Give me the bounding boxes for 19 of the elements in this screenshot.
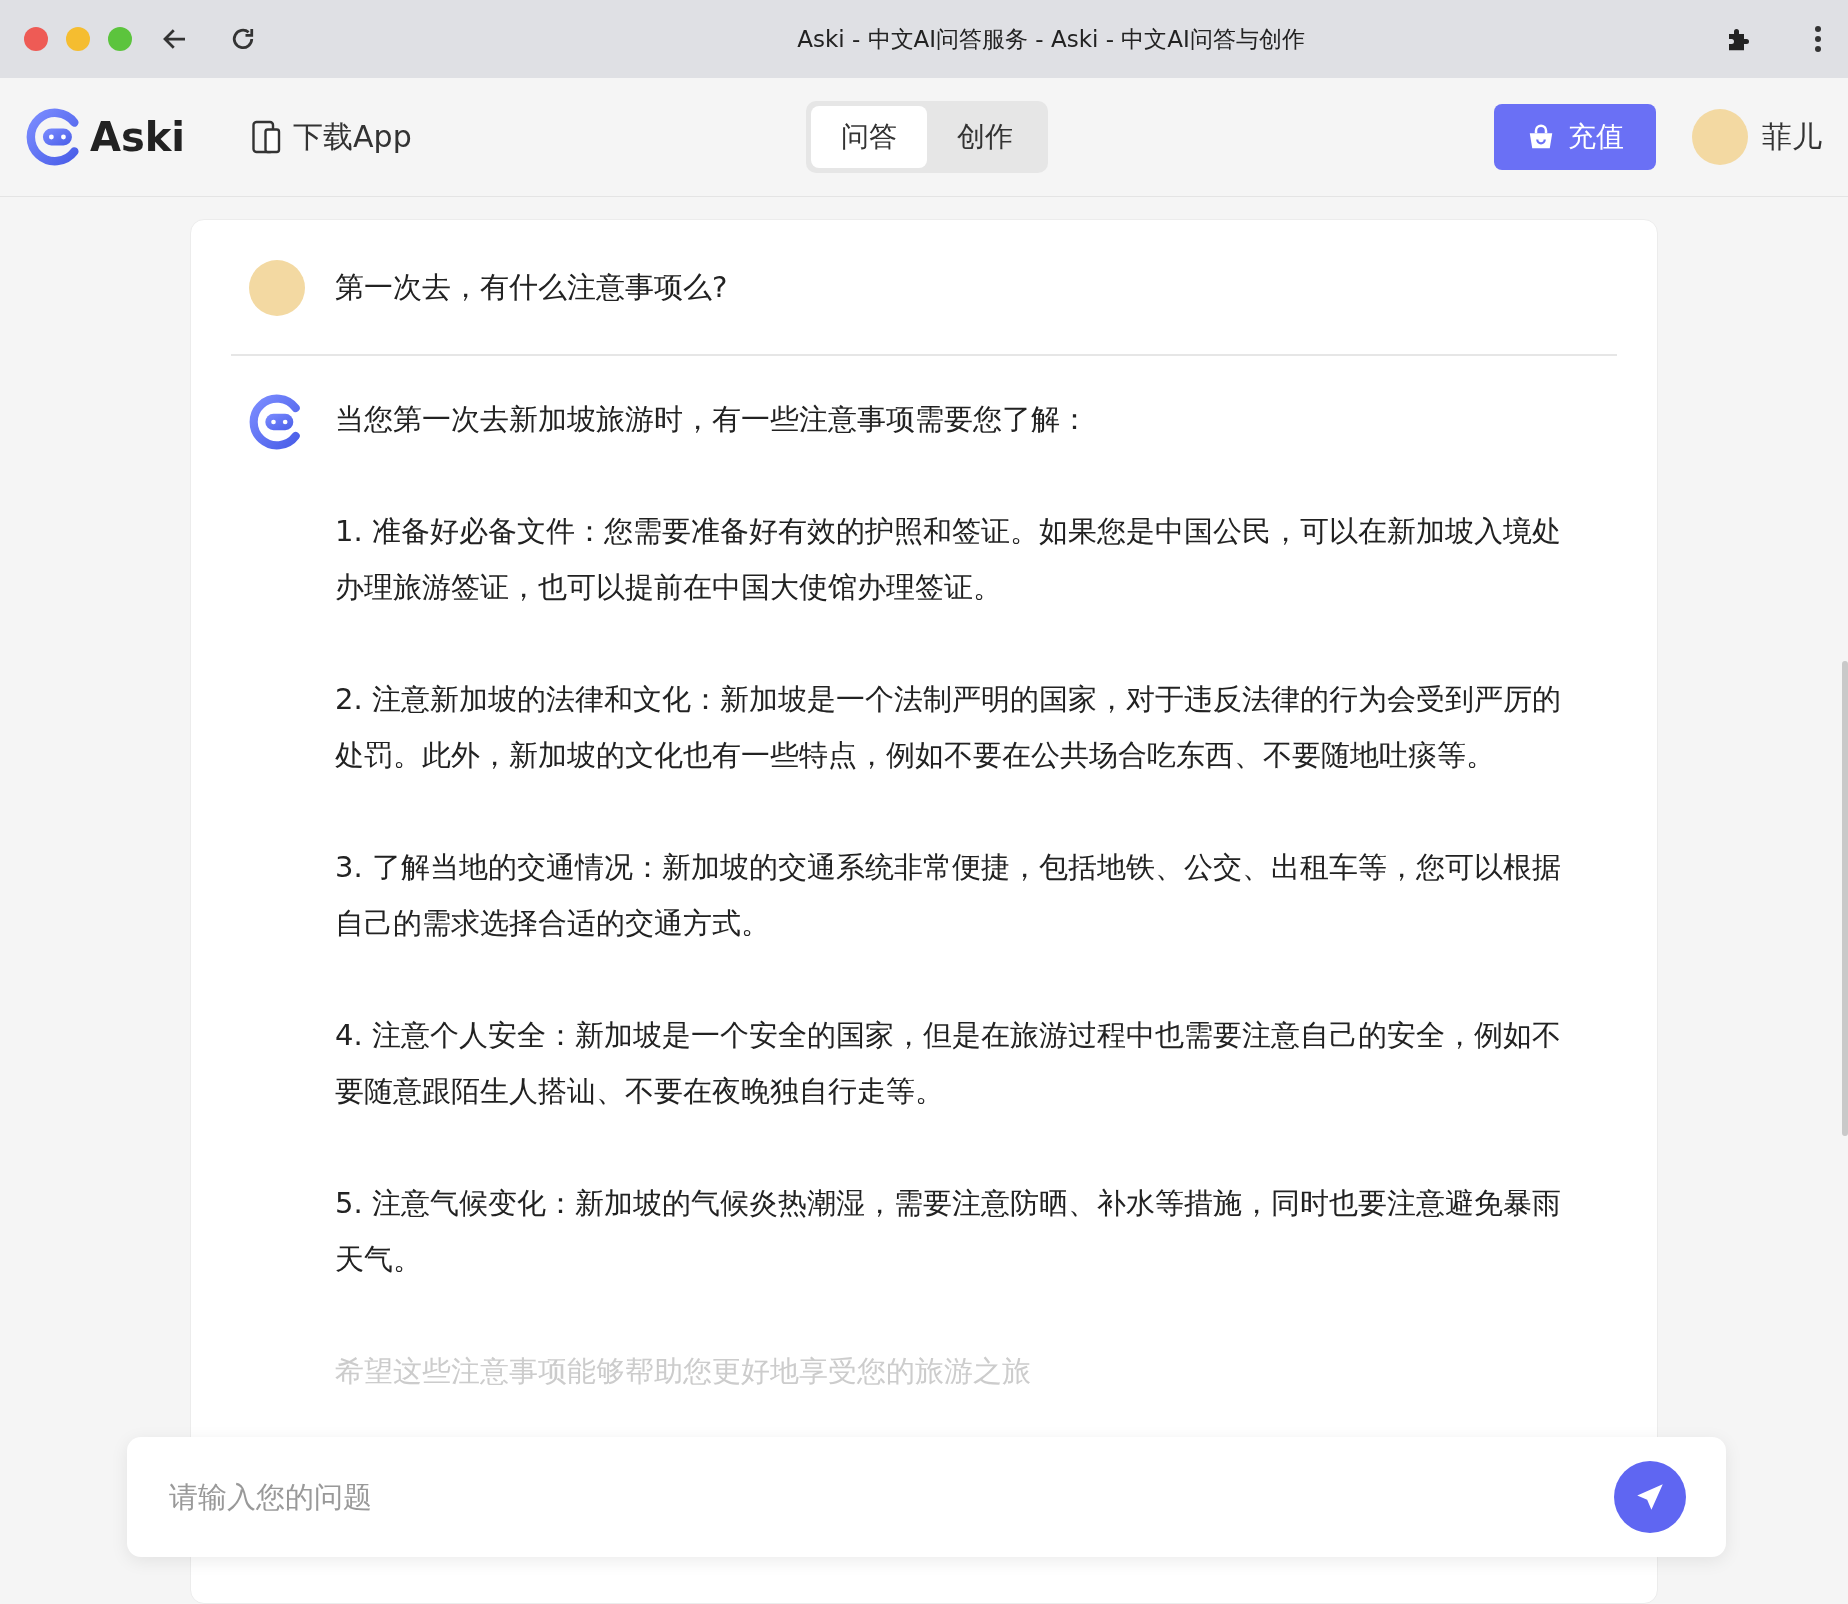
mode-tab[interactable]: 问答	[810, 106, 927, 168]
window-title: Aski - 中文AI问答服务 - Aski - 中文AI问答与创作	[796, 24, 1306, 54]
mode-tab[interactable]: 创作	[926, 106, 1043, 168]
scrollbar-thumb[interactable]	[1842, 661, 1848, 1136]
download-app-link[interactable]: 下载App	[249, 116, 412, 158]
answer-intro: 当您第一次去新加坡旅游时，有一些注意事项需要您了解：	[335, 401, 1090, 438]
question-input-field[interactable]: 请输入您的问题	[167, 1479, 1614, 1515]
question-text: 第一次去，有什么注意事项么?	[335, 269, 728, 306]
answer-paragraph: 1. 准备好必备文件：您需要准备好有效的护照和签证。如果您是中国公民，可以在新加坡入境处办理旅游签证，也可以提前在中国大使馆办理签证。	[335, 513, 1562, 606]
recharge-button[interactable]: 充值	[1494, 104, 1656, 170]
user-name[interactable]: 菲儿	[1762, 116, 1822, 158]
answer-paragraph: 3. 了解当地的交通情况：新加坡的交通系统非常便捷，包括地铁、公交、出租车等，您可以根据自己的需求选择合适的交通方式。	[335, 849, 1562, 942]
answer-paragraph: 2. 注意新加坡的法律和文化：新加坡是一个法制严明的国家，对于违反法律的行为会受到严厉的处罚。此外，新加坡的文化也有一些特点，例如不要在公共场合吃东西、不要随地吐痰等。	[335, 681, 1562, 774]
answer-paragraph: 4. 注意个人安全：新加坡是一个安全的国家，但是在旅游过程中也需要注意自己的安全，例如不要随意跟陌生人搭讪、不要在夜晚独自行走等。	[335, 1017, 1562, 1110]
more-icon[interactable]	[1812, 24, 1824, 54]
close-window-button[interactable]	[24, 27, 48, 51]
answer-paragraph: 5. 注意气候变化：新加坡的气候炎热潮湿，需要注意防晒、补水等措施，同时也要注意避免暴雨天气。	[335, 1185, 1562, 1278]
user-avatar	[249, 260, 305, 316]
logo-text: Aski	[90, 114, 186, 160]
